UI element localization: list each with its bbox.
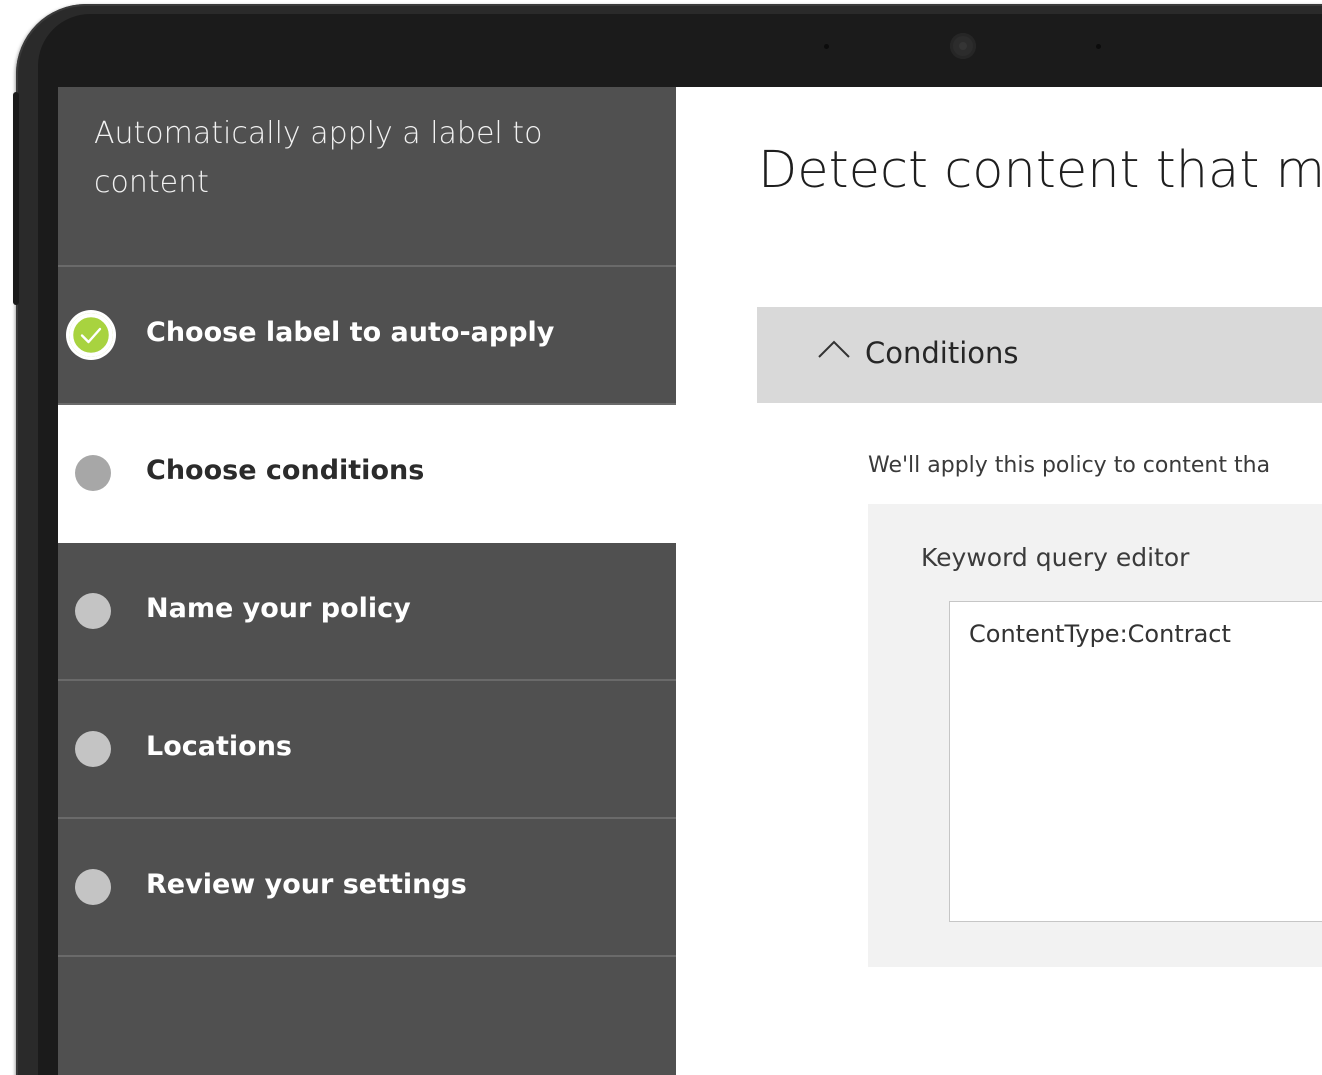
- wizard-title: Automatically apply a label to content: [94, 116, 543, 200]
- conditions-description: We'll apply this policy to content tha: [868, 453, 1271, 478]
- main-content: Detect content that mat Conditions We'll…: [676, 87, 1322, 1075]
- step-name-policy[interactable]: Name your policy: [58, 543, 676, 681]
- sensor-dot: [1096, 44, 1101, 49]
- conditions-toggle[interactable]: Conditions: [757, 307, 1322, 403]
- keyword-query-editor[interactable]: ContentType:Contract: [949, 601, 1322, 922]
- check-circle-icon: [69, 313, 113, 357]
- wizard-sidebar: Automatically apply a label to content C…: [58, 87, 676, 1075]
- step-label: Choose conditions: [146, 455, 425, 486]
- side-button: [13, 160, 19, 305]
- step-dot-icon: [75, 869, 111, 905]
- keyword-query-panel: Keyword query editor ContentType:Contrac…: [868, 504, 1322, 967]
- step-label: Review your settings: [146, 869, 467, 900]
- step-dot-icon: [75, 593, 111, 629]
- step-review-settings[interactable]: Review your settings: [58, 819, 676, 957]
- screen: Automatically apply a label to content C…: [58, 87, 1322, 1075]
- app-frame: Automatically apply a label to content C…: [0, 0, 1322, 1075]
- keyword-query-label: Keyword query editor: [921, 543, 1190, 572]
- step-choose-label[interactable]: Choose label to auto-apply: [58, 267, 676, 405]
- sensor-dot: [824, 44, 829, 49]
- step-locations[interactable]: Locations: [58, 681, 676, 819]
- page-title: Detect content that mat: [758, 141, 1322, 200]
- step-label: Name your policy: [146, 593, 411, 624]
- keyword-query-value: ContentType:Contract: [969, 620, 1231, 648]
- step-label: Choose label to auto-apply: [146, 317, 555, 348]
- wizard-steps: Choose label to auto-apply Choose condit…: [58, 265, 676, 957]
- step-dot-icon: [75, 731, 111, 767]
- camera-icon: [950, 33, 976, 59]
- step-choose-conditions[interactable]: Choose conditions: [58, 405, 676, 543]
- step-dot-icon: [75, 455, 111, 491]
- chevron-up-icon: [817, 339, 851, 363]
- conditions-title: Conditions: [865, 336, 1019, 370]
- step-label: Locations: [146, 731, 292, 762]
